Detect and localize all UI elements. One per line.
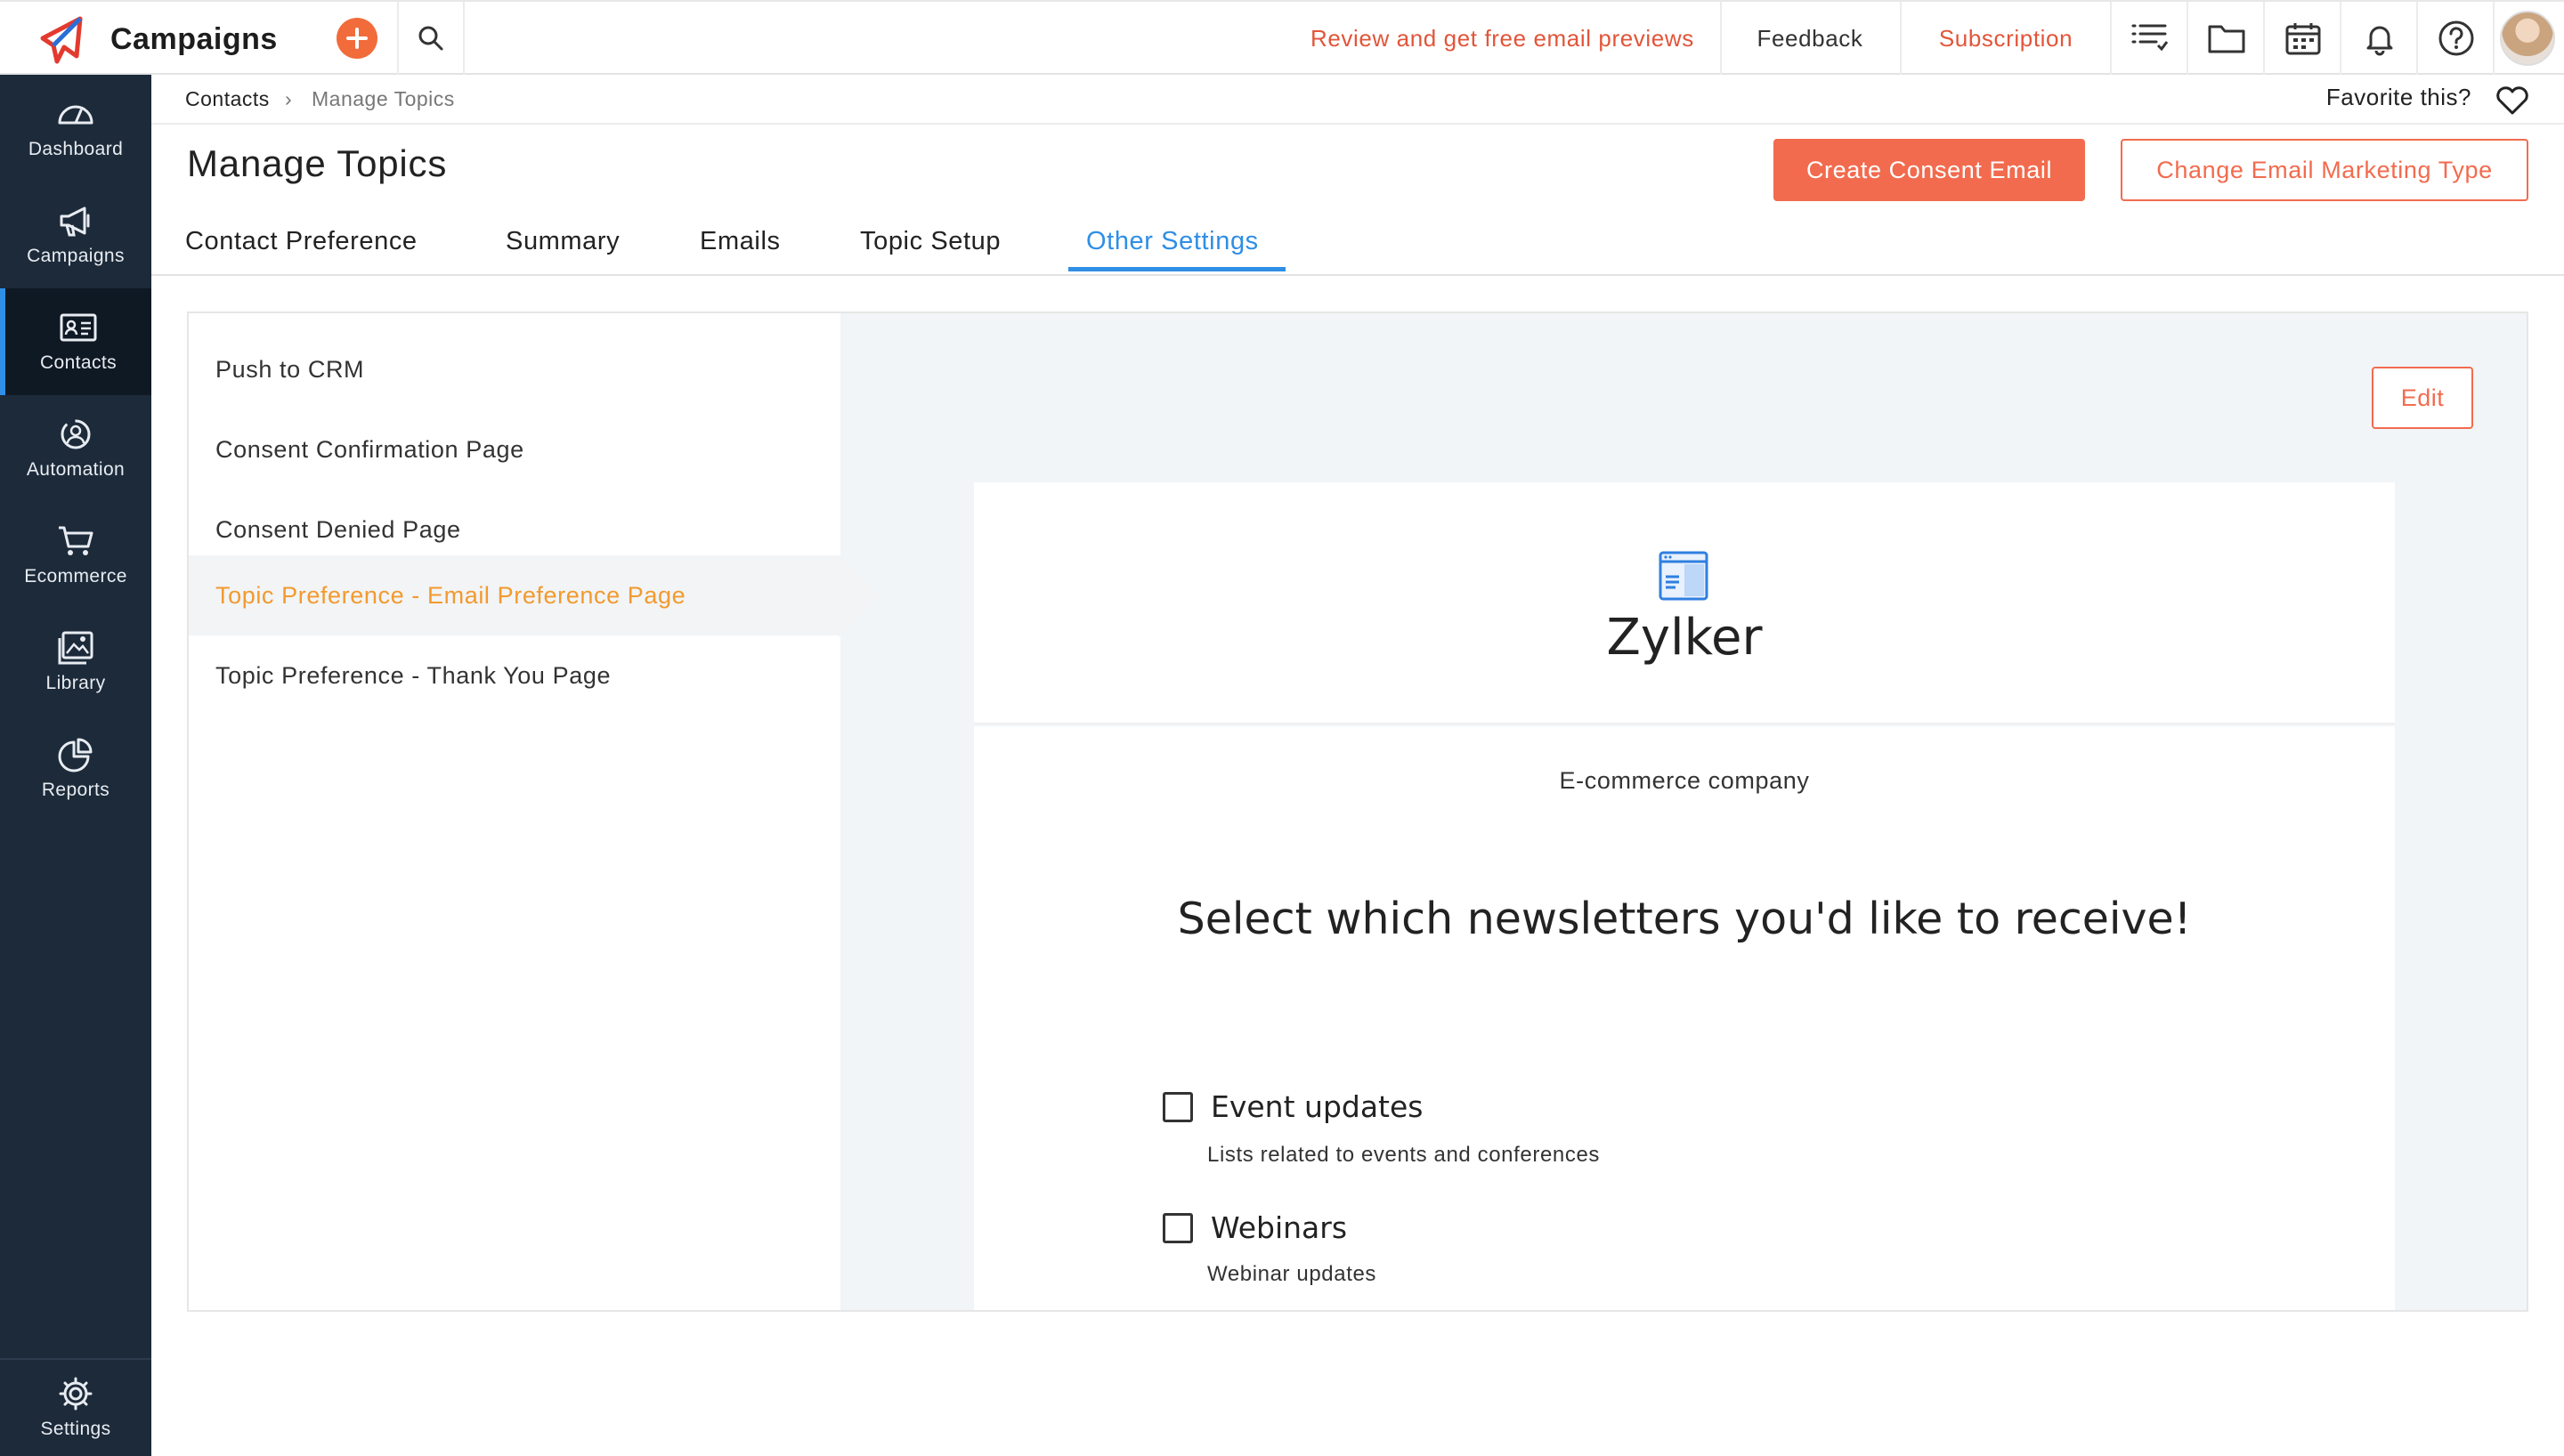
edit-button[interactable]: Edit: [2372, 367, 2473, 429]
sidebar-item-label: Contacts: [39, 352, 118, 373]
calendar-icon: [2285, 23, 2321, 55]
campaigns-logo-icon: [40, 16, 83, 64]
image-library-icon: [58, 631, 93, 665]
list-button[interactable]: [2114, 2, 2188, 75]
company-name: Zylker: [1606, 609, 1763, 667]
create-new-button[interactable]: [337, 18, 377, 59]
megaphone-icon: [60, 206, 90, 237]
active-tab-indicator: [1068, 267, 1286, 271]
tab-contact-preference[interactable]: Contact Preference: [185, 208, 418, 274]
gear-icon: [59, 1377, 93, 1411]
change-email-marketing-type-button[interactable]: Change Email Marketing Type: [2121, 139, 2528, 201]
sidebar-item-campaigns[interactable]: Campaigns: [0, 182, 151, 288]
option-description: Lists related to events and conferences: [1207, 1143, 1600, 1167]
contact-card-icon: [60, 313, 97, 342]
sidebar-item-label: Dashboard: [28, 139, 124, 159]
tab-other-settings[interactable]: Other Settings: [1086, 208, 1259, 274]
settings-list: Push to CRM Consent Confirmation Page Co…: [189, 313, 840, 1310]
brand[interactable]: Campaigns: [37, 11, 278, 68]
list-item-email-preference-page[interactable]: Topic Preference - Email Preference Page: [189, 555, 840, 635]
list-item-thank-you-page[interactable]: Topic Preference - Thank You Page: [189, 635, 840, 716]
heart-icon[interactable]: [2495, 84, 2530, 116]
sidebar-item-label: Automation: [26, 459, 126, 480]
cart-icon: [59, 526, 93, 555]
search-icon: [418, 26, 443, 51]
sidebar-item-label: Settings: [40, 1419, 111, 1439]
sidebar-item-label: Reports: [41, 780, 110, 800]
calendar-button[interactable]: [2267, 2, 2341, 75]
tab-topic-setup[interactable]: Topic Setup: [860, 208, 1001, 274]
active-item-arrow: [839, 555, 881, 637]
folder-button[interactable]: [2190, 2, 2265, 75]
sidebar-item-label: Campaigns: [27, 246, 125, 266]
favorite-label: Favorite this?: [2325, 84, 2471, 110]
webinars-checkbox[interactable]: [1163, 1212, 1193, 1243]
page-title: Manage Topics: [187, 142, 448, 184]
option-label: Webinars: [1211, 1210, 1348, 1245]
bell-icon: [2366, 26, 2393, 56]
list-item-push-to-crm[interactable]: Push to CRM: [189, 329, 840, 409]
breadcrumb-current: Manage Topics: [312, 87, 455, 110]
feedback-link[interactable]: Feedback: [1720, 2, 1898, 75]
company-logo-icon: [1659, 551, 1708, 601]
user-avatar[interactable]: [2500, 11, 2555, 66]
notifications-button[interactable]: [2343, 2, 2418, 75]
sidebar-item-contacts[interactable]: Contacts: [0, 288, 151, 395]
help-button[interactable]: [2420, 2, 2495, 75]
company-tagline: E-commerce company: [1559, 767, 1810, 794]
top-bar: Campaigns Review and get free email prev…: [0, 0, 2564, 75]
tab-summary[interactable]: Summary: [506, 208, 620, 274]
dashboard-icon: [58, 105, 93, 125]
event-updates-checkbox[interactable]: [1163, 1091, 1193, 1122]
option-description: Webinar updates: [1207, 1262, 1377, 1286]
preference-headline: Select which newsletters you'd like to r…: [1177, 894, 2192, 944]
sidebar-item-reports[interactable]: Reports: [0, 716, 151, 822]
review-email-previews-link[interactable]: Review and get free email previews: [1310, 2, 1694, 75]
sidebar: Dashboard Campaigns Contacts Automation …: [0, 75, 151, 1456]
preview-header: [974, 482, 2395, 724]
breadcrumb: Contacts › Manage Topics Favorite this?: [151, 75, 2564, 125]
sidebar-item-ecommerce[interactable]: Ecommerce: [0, 502, 151, 609]
list-icon: [2131, 24, 2169, 52]
sidebar-item-label: Ecommerce: [24, 566, 127, 586]
sidebar-item-library[interactable]: Library: [0, 609, 151, 716]
breadcrumb-contacts[interactable]: Contacts: [185, 87, 270, 111]
folder-icon: [2208, 25, 2245, 53]
option-webinars[interactable]: Webinars: [1163, 1210, 1347, 1245]
help-icon: [2438, 20, 2474, 56]
sidebar-item-settings[interactable]: Settings: [0, 1360, 151, 1456]
list-item-consent-confirmation-page[interactable]: Consent Confirmation Page: [189, 409, 840, 489]
plus-icon: [346, 28, 368, 49]
breadcrumb-separator: ›: [285, 87, 293, 110]
create-consent-email-button[interactable]: Create Consent Email: [1773, 139, 2085, 201]
sidebar-item-automation[interactable]: Automation: [0, 395, 151, 502]
tab-bar: Contact Preference Summary Emails Topic …: [151, 208, 2564, 276]
app-name: Campaigns: [110, 21, 278, 56]
subscription-link[interactable]: Subscription: [1900, 2, 2112, 75]
option-event-updates[interactable]: Event updates: [1163, 1089, 1424, 1124]
option-label: Event updates: [1211, 1089, 1424, 1124]
sidebar-item-dashboard[interactable]: Dashboard: [0, 75, 151, 182]
tab-emails[interactable]: Emails: [700, 208, 781, 274]
search-button[interactable]: [397, 2, 465, 75]
sidebar-item-label: Library: [45, 673, 106, 693]
automation-icon: [61, 419, 91, 449]
pie-chart-icon: [58, 738, 93, 772]
